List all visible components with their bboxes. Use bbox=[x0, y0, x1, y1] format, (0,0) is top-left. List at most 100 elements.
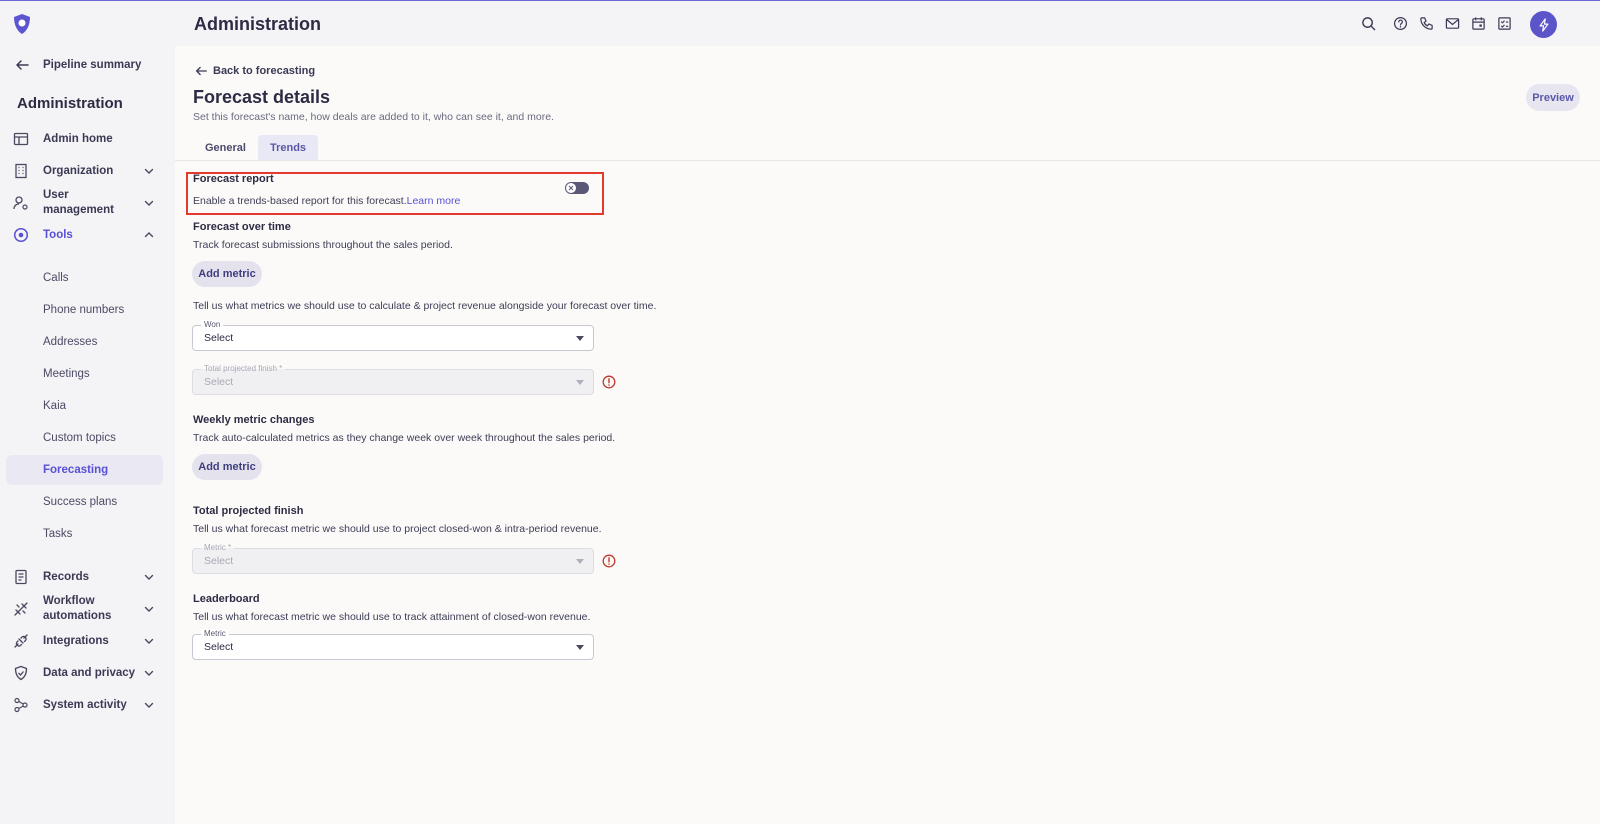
sidebar-item-organization[interactable]: Organization bbox=[6, 156, 163, 186]
forecast-report-text: Enable a trends-based report for this fo… bbox=[193, 195, 461, 207]
sidebar-item-label: Integrations bbox=[43, 634, 109, 647]
add-metric-button[interactable]: Add metric bbox=[192, 454, 262, 480]
leaderboard-title: Leaderboard bbox=[193, 593, 260, 605]
sidebar-item-label: Admin home bbox=[43, 132, 113, 145]
back-to-pipeline-summary[interactable]: Pipeline summary bbox=[14, 55, 141, 75]
sidebar-subitem-kaia[interactable]: Kaia bbox=[6, 391, 163, 421]
tab-divider bbox=[175, 160, 1600, 161]
sidebar-item-label: System activity bbox=[43, 698, 127, 711]
total-projected-finish-label: Total projected finish * bbox=[201, 364, 286, 374]
sidebar-item-label: Data and privacy bbox=[43, 666, 136, 679]
sidebar-subitem-custom-topics[interactable]: Custom topics bbox=[6, 423, 163, 453]
toggle-off-icon bbox=[566, 183, 576, 193]
chevron-down-icon bbox=[144, 168, 154, 174]
total-projected-finish-select: Total projected finish * Select bbox=[192, 364, 594, 395]
arrow-left-icon bbox=[16, 60, 29, 70]
total-projected-finish-title: Total projected finish bbox=[193, 505, 304, 517]
sidebar-subitem-calls[interactable]: Calls bbox=[6, 263, 163, 293]
table-icon bbox=[13, 132, 29, 146]
total-projected-metric-select: Metric * Select bbox=[192, 543, 594, 574]
sidebar: Pipeline summary Administration Admin ho… bbox=[0, 1, 175, 824]
caret-down-icon bbox=[576, 380, 584, 385]
sidebar-subitem-tasks[interactable]: Tasks bbox=[6, 519, 163, 549]
forecast-report-title: Forecast report bbox=[193, 173, 274, 185]
add-metric-button[interactable]: Add metric bbox=[192, 261, 262, 287]
main-content: Back to forecasting Forecast details Set… bbox=[175, 46, 1600, 824]
chevron-down-icon bbox=[144, 702, 154, 708]
network-icon bbox=[14, 697, 28, 713]
caret-down-icon bbox=[576, 645, 584, 650]
caret-down-icon bbox=[576, 336, 584, 341]
phone-icon[interactable] bbox=[1419, 16, 1434, 31]
forecast-over-time-text: Track forecast submissions throughout th… bbox=[193, 239, 453, 251]
metric-select-label: Metric bbox=[201, 629, 229, 639]
checklist-icon[interactable] bbox=[1497, 16, 1512, 31]
sidebar-title: Administration bbox=[17, 95, 123, 112]
won-select-label: Won bbox=[201, 320, 224, 330]
calendar-icon[interactable] bbox=[1471, 16, 1486, 31]
sidebar-item-data-and-privacy[interactable]: Data and privacy bbox=[6, 658, 163, 688]
leaderboard-metric-select[interactable]: Metric Select bbox=[192, 629, 594, 660]
caret-down-icon bbox=[576, 559, 584, 564]
tab-bar: General Trends bbox=[193, 135, 319, 161]
tab-general[interactable]: General bbox=[193, 135, 258, 161]
weekly-metric-changes-text: Track auto-calculated metrics as they ch… bbox=[193, 432, 616, 444]
sidebar-item-user-management[interactable]: User management bbox=[6, 187, 163, 219]
tools-icon bbox=[13, 227, 29, 243]
chevron-down-icon bbox=[144, 574, 154, 580]
sidebar-item-workflow-automations[interactable]: Workflow automations bbox=[6, 593, 163, 625]
sidebar-item-label: Workflow automations bbox=[43, 595, 112, 622]
chevron-down-icon bbox=[144, 670, 154, 676]
preview-button[interactable]: Preview bbox=[1526, 84, 1580, 111]
help-icon[interactable] bbox=[1393, 16, 1408, 31]
search-icon[interactable] bbox=[1361, 16, 1376, 31]
records-icon bbox=[15, 569, 27, 585]
sidebar-item-label: Organization bbox=[43, 164, 114, 177]
sidebar-subitem-forecasting[interactable]: Forecasting bbox=[6, 455, 163, 485]
won-select-value: Select bbox=[204, 332, 234, 344]
leaderboard-text: Tell us what forecast metric we should u… bbox=[193, 611, 591, 623]
page-title: Forecast details bbox=[193, 87, 331, 107]
mail-icon[interactable] bbox=[1445, 16, 1460, 31]
sidebar-item-system-activity[interactable]: System activity bbox=[6, 690, 163, 720]
metric-select-label: Metric * bbox=[201, 543, 235, 553]
sidebar-subitem-phone-numbers[interactable]: Phone numbers bbox=[6, 295, 163, 325]
weekly-metric-changes-title: Weekly metric changes bbox=[193, 414, 315, 426]
chevron-down-icon bbox=[144, 606, 154, 612]
sidebar-item-integrations[interactable]: Integrations bbox=[6, 626, 163, 656]
logo-icon[interactable] bbox=[12, 13, 32, 35]
sidebar-item-records[interactable]: Records bbox=[6, 562, 163, 592]
metric-select-value: Select bbox=[204, 555, 234, 567]
sidebar-item-label: Tools bbox=[43, 228, 73, 241]
chevron-down-icon bbox=[144, 200, 154, 206]
error-icon bbox=[602, 554, 616, 568]
forecast-over-time-note: Tell us what metrics we should use to ca… bbox=[193, 300, 657, 312]
total-projected-finish-text: Tell us what forecast metric we should u… bbox=[193, 523, 602, 535]
sidebar-item-tools[interactable]: Tools bbox=[6, 220, 163, 250]
automation-icon bbox=[14, 602, 28, 616]
sidebar-item-admin-home[interactable]: Admin home bbox=[6, 124, 163, 154]
sidebar-subitem-success-plans[interactable]: Success plans bbox=[6, 487, 163, 517]
back-to-forecasting-link[interactable]: Back to forecasting bbox=[194, 64, 315, 78]
page-subtitle: Set this forecast's name, how deals are … bbox=[193, 111, 554, 123]
user-gear-icon bbox=[13, 196, 28, 210]
chevron-down-icon bbox=[144, 638, 154, 644]
metric-select-value: Select bbox=[204, 641, 234, 653]
header-title: Administration bbox=[194, 14, 322, 34]
top-header: Administration bbox=[175, 1, 1600, 46]
sidebar-subitem-meetings[interactable]: Meetings bbox=[6, 359, 163, 389]
won-select[interactable]: Won Select bbox=[192, 320, 594, 351]
plug-icon bbox=[14, 634, 28, 648]
error-icon bbox=[602, 375, 616, 389]
building-icon bbox=[15, 163, 27, 179]
sidebar-item-label: Records bbox=[43, 570, 90, 583]
tab-trends[interactable]: Trends bbox=[257, 135, 319, 161]
arrow-left-icon bbox=[195, 66, 207, 76]
sidebar-subitem-addresses[interactable]: Addresses bbox=[6, 327, 163, 357]
chevron-up-icon bbox=[144, 232, 154, 238]
learn-more-link[interactable]: Learn more bbox=[407, 195, 461, 207]
shield-icon bbox=[14, 665, 28, 681]
lightning-icon[interactable] bbox=[1530, 11, 1557, 38]
total-projected-finish-value: Select bbox=[204, 376, 234, 388]
forecast-report-toggle[interactable] bbox=[565, 182, 589, 194]
